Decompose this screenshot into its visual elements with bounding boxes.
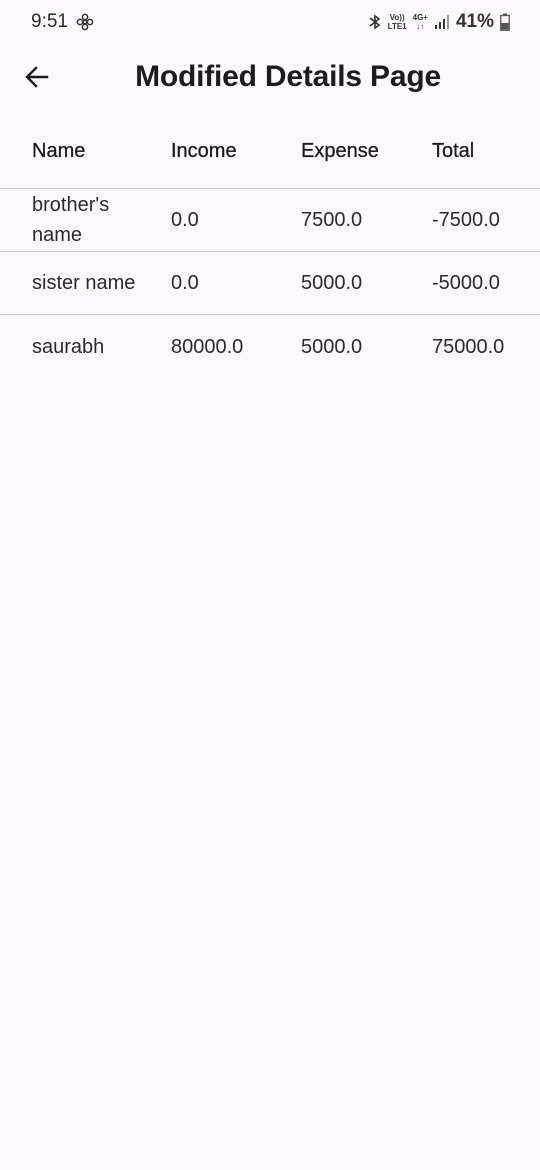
cell-total: -7500.0 xyxy=(432,209,500,231)
table-row: sister name 0.0 5000.0 -5000.0 xyxy=(0,252,540,315)
cell-expense: 7500.0 xyxy=(301,209,363,231)
column-header-income: Income xyxy=(171,139,237,162)
status-time: 9:51 xyxy=(31,11,68,32)
column-header-expense: Expense xyxy=(301,139,379,162)
column-header-name: Name xyxy=(32,139,86,162)
volte-indicator: Vo)) LTE1 xyxy=(387,13,407,31)
page-title: Modified Details Page xyxy=(135,60,441,93)
cell-income: 80000.0 xyxy=(171,335,244,358)
status-bar: 9:51 Vo)) LTE1 4G+ ↓↑ 41% xyxy=(0,0,540,44)
cell-name: brother's name xyxy=(32,194,110,246)
fan-icon xyxy=(76,13,94,31)
cell-total: -5000.0 xyxy=(432,272,500,294)
battery-icon xyxy=(500,13,510,31)
cell-expense: 5000.0 xyxy=(301,335,363,358)
cell-name: saurabh xyxy=(32,335,105,358)
signal-icon xyxy=(434,15,449,29)
table-header-row: Name Income Expense Total xyxy=(0,114,540,189)
battery-percent: 41% xyxy=(455,11,494,32)
table-row: saurabh 80000.0 5000.0 75000.0 xyxy=(0,315,540,378)
details-table: Name Income Expense Total brother's name… xyxy=(0,114,540,378)
cell-total: 75000.0 xyxy=(432,335,505,358)
status-left: 9:51 xyxy=(31,11,94,33)
cell-income: 0.0 xyxy=(171,209,199,231)
screen: 9:51 Vo)) LTE1 4G+ ↓↑ 41% Modified Detai… xyxy=(0,0,540,1170)
cell-income: 0.0 xyxy=(171,272,199,294)
column-header-total: Total xyxy=(432,139,475,162)
cell-name: sister name xyxy=(32,272,136,294)
status-right: Vo)) LTE1 4G+ ↓↑ 41% xyxy=(368,11,510,33)
bluetooth-icon xyxy=(369,14,380,30)
cell-expense: 5000.0 xyxy=(301,272,363,294)
app-bar: Modified Details Page xyxy=(0,44,540,114)
table-row: brother's name 0.0 7500.0 -7500.0 xyxy=(0,189,540,252)
network-type-indicator: 4G+ ↓↑ xyxy=(412,13,428,31)
